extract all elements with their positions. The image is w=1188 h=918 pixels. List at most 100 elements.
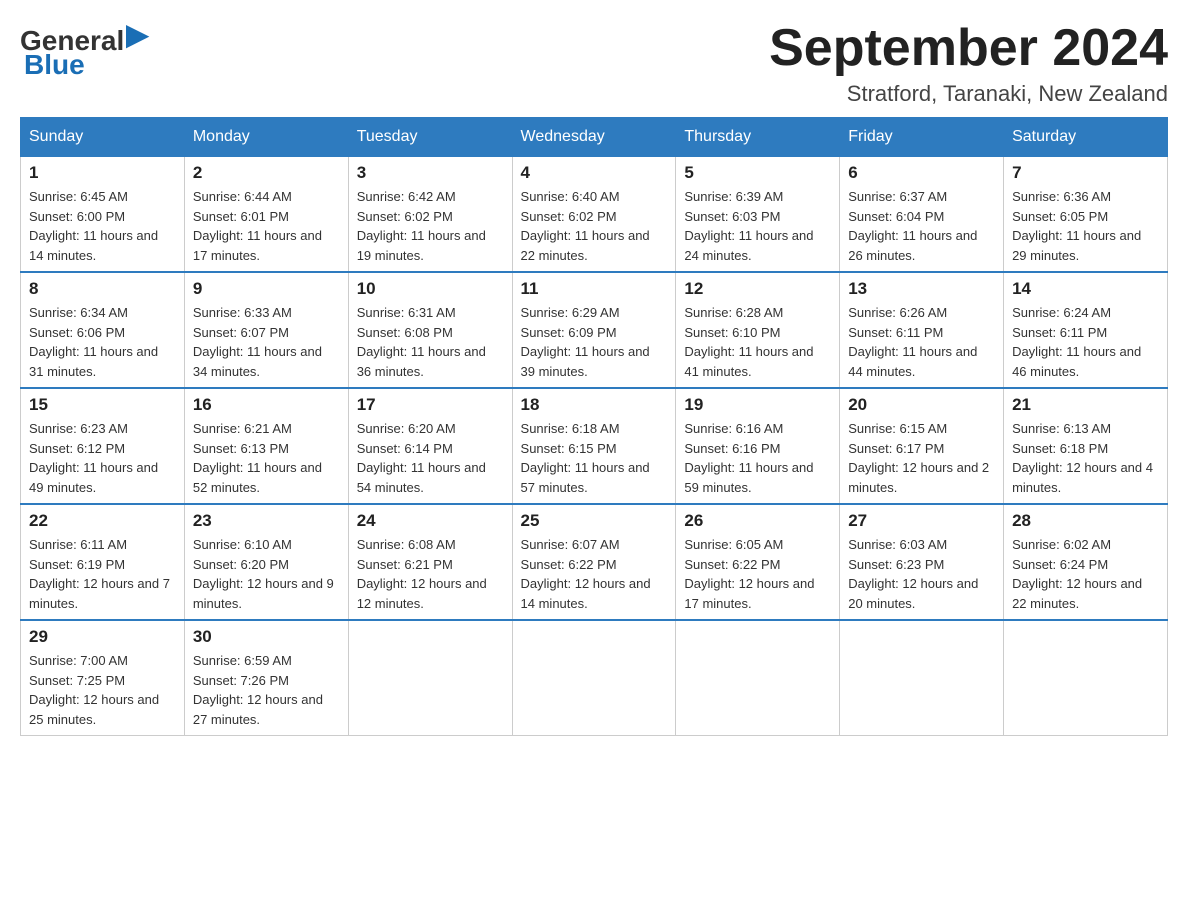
day-number: 22 — [29, 511, 176, 531]
logo-arrow-icon — [126, 25, 154, 53]
day-info: Sunrise: 6:23 AM Sunset: 6:12 PM Dayligh… — [29, 419, 176, 497]
calendar-week-row: 29 Sunrise: 7:00 AM Sunset: 7:25 PM Dayl… — [21, 620, 1168, 736]
calendar-day-cell: 1 Sunrise: 6:45 AM Sunset: 6:00 PM Dayli… — [21, 157, 185, 273]
day-info: Sunrise: 6:40 AM Sunset: 6:02 PM Dayligh… — [521, 187, 668, 265]
calendar-table: Sunday Monday Tuesday Wednesday Thursday… — [20, 117, 1168, 736]
day-info: Sunrise: 6:28 AM Sunset: 6:10 PM Dayligh… — [684, 303, 831, 381]
day-number: 11 — [521, 279, 668, 299]
calendar-day-cell — [348, 620, 512, 736]
calendar-week-row: 8 Sunrise: 6:34 AM Sunset: 6:06 PM Dayli… — [21, 272, 1168, 388]
calendar-day-cell: 11 Sunrise: 6:29 AM Sunset: 6:09 PM Dayl… — [512, 272, 676, 388]
calendar-day-cell — [676, 620, 840, 736]
day-info: Sunrise: 6:05 AM Sunset: 6:22 PM Dayligh… — [684, 535, 831, 613]
calendar-day-cell: 18 Sunrise: 6:18 AM Sunset: 6:15 PM Dayl… — [512, 388, 676, 504]
day-number: 19 — [684, 395, 831, 415]
calendar-day-cell: 13 Sunrise: 6:26 AM Sunset: 6:11 PM Dayl… — [840, 272, 1004, 388]
col-saturday: Saturday — [1004, 118, 1168, 157]
day-info: Sunrise: 6:16 AM Sunset: 6:16 PM Dayligh… — [684, 419, 831, 497]
calendar-day-cell: 17 Sunrise: 6:20 AM Sunset: 6:14 PM Dayl… — [348, 388, 512, 504]
day-number: 1 — [29, 163, 176, 183]
col-monday: Monday — [184, 118, 348, 157]
day-info: Sunrise: 6:15 AM Sunset: 6:17 PM Dayligh… — [848, 419, 995, 497]
day-info: Sunrise: 6:11 AM Sunset: 6:19 PM Dayligh… — [29, 535, 176, 613]
day-info: Sunrise: 6:20 AM Sunset: 6:14 PM Dayligh… — [357, 419, 504, 497]
col-thursday: Thursday — [676, 118, 840, 157]
calendar-day-cell: 30 Sunrise: 6:59 AM Sunset: 7:26 PM Dayl… — [184, 620, 348, 736]
col-tuesday: Tuesday — [348, 118, 512, 157]
calendar-day-cell: 4 Sunrise: 6:40 AM Sunset: 6:02 PM Dayli… — [512, 157, 676, 273]
day-info: Sunrise: 6:26 AM Sunset: 6:11 PM Dayligh… — [848, 303, 995, 381]
col-sunday: Sunday — [21, 118, 185, 157]
day-number: 2 — [193, 163, 340, 183]
calendar-day-cell: 20 Sunrise: 6:15 AM Sunset: 6:17 PM Dayl… — [840, 388, 1004, 504]
calendar-day-cell — [512, 620, 676, 736]
month-title: September 2024 — [769, 20, 1168, 77]
day-info: Sunrise: 6:18 AM Sunset: 6:15 PM Dayligh… — [521, 419, 668, 497]
calendar-day-cell: 24 Sunrise: 6:08 AM Sunset: 6:21 PM Dayl… — [348, 504, 512, 620]
day-info: Sunrise: 6:45 AM Sunset: 6:00 PM Dayligh… — [29, 187, 176, 265]
day-number: 18 — [521, 395, 668, 415]
calendar-day-cell: 6 Sunrise: 6:37 AM Sunset: 6:04 PM Dayli… — [840, 157, 1004, 273]
header: General Blue September 2024 Stratford, T… — [20, 20, 1168, 107]
day-info: Sunrise: 6:36 AM Sunset: 6:05 PM Dayligh… — [1012, 187, 1159, 265]
calendar-week-row: 22 Sunrise: 6:11 AM Sunset: 6:19 PM Dayl… — [21, 504, 1168, 620]
day-number: 6 — [848, 163, 995, 183]
calendar-week-row: 15 Sunrise: 6:23 AM Sunset: 6:12 PM Dayl… — [21, 388, 1168, 504]
calendar-header-row: Sunday Monday Tuesday Wednesday Thursday… — [21, 118, 1168, 157]
day-number: 25 — [521, 511, 668, 531]
day-number: 24 — [357, 511, 504, 531]
logo: General Blue — [20, 20, 154, 81]
day-info: Sunrise: 6:21 AM Sunset: 6:13 PM Dayligh… — [193, 419, 340, 497]
day-info: Sunrise: 6:31 AM Sunset: 6:08 PM Dayligh… — [357, 303, 504, 381]
calendar-day-cell: 22 Sunrise: 6:11 AM Sunset: 6:19 PM Dayl… — [21, 504, 185, 620]
calendar-day-cell — [840, 620, 1004, 736]
day-info: Sunrise: 6:37 AM Sunset: 6:04 PM Dayligh… — [848, 187, 995, 265]
calendar-day-cell: 9 Sunrise: 6:33 AM Sunset: 6:07 PM Dayli… — [184, 272, 348, 388]
day-info: Sunrise: 6:24 AM Sunset: 6:11 PM Dayligh… — [1012, 303, 1159, 381]
day-info: Sunrise: 6:07 AM Sunset: 6:22 PM Dayligh… — [521, 535, 668, 613]
calendar-day-cell: 26 Sunrise: 6:05 AM Sunset: 6:22 PM Dayl… — [676, 504, 840, 620]
day-number: 3 — [357, 163, 504, 183]
calendar-week-row: 1 Sunrise: 6:45 AM Sunset: 6:00 PM Dayli… — [21, 157, 1168, 273]
day-info: Sunrise: 7:00 AM Sunset: 7:25 PM Dayligh… — [29, 651, 176, 729]
calendar-day-cell: 7 Sunrise: 6:36 AM Sunset: 6:05 PM Dayli… — [1004, 157, 1168, 273]
calendar-day-cell: 8 Sunrise: 6:34 AM Sunset: 6:06 PM Dayli… — [21, 272, 185, 388]
calendar-day-cell: 5 Sunrise: 6:39 AM Sunset: 6:03 PM Dayli… — [676, 157, 840, 273]
day-number: 13 — [848, 279, 995, 299]
day-number: 4 — [521, 163, 668, 183]
day-number: 14 — [1012, 279, 1159, 299]
day-info: Sunrise: 6:08 AM Sunset: 6:21 PM Dayligh… — [357, 535, 504, 613]
calendar-day-cell: 16 Sunrise: 6:21 AM Sunset: 6:13 PM Dayl… — [184, 388, 348, 504]
day-number: 30 — [193, 627, 340, 647]
day-number: 16 — [193, 395, 340, 415]
day-info: Sunrise: 6:29 AM Sunset: 6:09 PM Dayligh… — [521, 303, 668, 381]
day-number: 27 — [848, 511, 995, 531]
day-info: Sunrise: 6:03 AM Sunset: 6:23 PM Dayligh… — [848, 535, 995, 613]
day-info: Sunrise: 6:59 AM Sunset: 7:26 PM Dayligh… — [193, 651, 340, 729]
day-info: Sunrise: 6:44 AM Sunset: 6:01 PM Dayligh… — [193, 187, 340, 265]
day-info: Sunrise: 6:10 AM Sunset: 6:20 PM Dayligh… — [193, 535, 340, 613]
day-number: 15 — [29, 395, 176, 415]
calendar-day-cell: 10 Sunrise: 6:31 AM Sunset: 6:08 PM Dayl… — [348, 272, 512, 388]
calendar-day-cell: 2 Sunrise: 6:44 AM Sunset: 6:01 PM Dayli… — [184, 157, 348, 273]
day-number: 8 — [29, 279, 176, 299]
day-info: Sunrise: 6:42 AM Sunset: 6:02 PM Dayligh… — [357, 187, 504, 265]
calendar-day-cell: 23 Sunrise: 6:10 AM Sunset: 6:20 PM Dayl… — [184, 504, 348, 620]
day-number: 29 — [29, 627, 176, 647]
day-info: Sunrise: 6:02 AM Sunset: 6:24 PM Dayligh… — [1012, 535, 1159, 613]
logo-blue-text: Blue — [24, 49, 85, 81]
col-friday: Friday — [840, 118, 1004, 157]
day-info: Sunrise: 6:39 AM Sunset: 6:03 PM Dayligh… — [684, 187, 831, 265]
day-number: 21 — [1012, 395, 1159, 415]
day-number: 12 — [684, 279, 831, 299]
calendar-day-cell: 3 Sunrise: 6:42 AM Sunset: 6:02 PM Dayli… — [348, 157, 512, 273]
day-number: 20 — [848, 395, 995, 415]
col-wednesday: Wednesday — [512, 118, 676, 157]
location-subtitle: Stratford, Taranaki, New Zealand — [769, 81, 1168, 107]
day-number: 7 — [1012, 163, 1159, 183]
calendar-day-cell: 28 Sunrise: 6:02 AM Sunset: 6:24 PM Dayl… — [1004, 504, 1168, 620]
day-number: 26 — [684, 511, 831, 531]
calendar-day-cell — [1004, 620, 1168, 736]
calendar-day-cell: 29 Sunrise: 7:00 AM Sunset: 7:25 PM Dayl… — [21, 620, 185, 736]
calendar-day-cell: 27 Sunrise: 6:03 AM Sunset: 6:23 PM Dayl… — [840, 504, 1004, 620]
